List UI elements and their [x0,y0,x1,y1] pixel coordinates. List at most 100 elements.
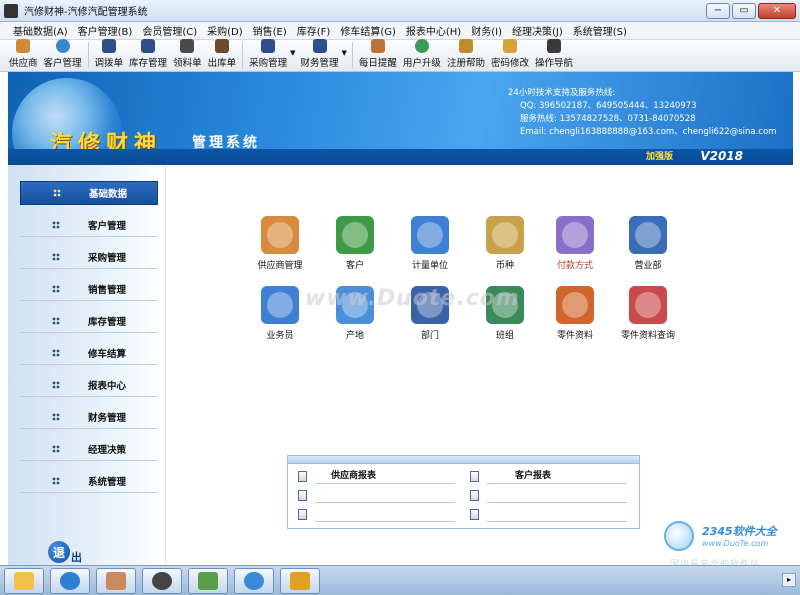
app-icon [4,3,18,18]
support-title: 24小时技术支持及服务热线: [508,88,616,98]
car-icon [290,571,310,590]
menu-customer[interactable]: 客户管理(B) [73,23,138,38]
change-password-button[interactable]: 密码修改 [488,39,532,71]
report-row-empty [298,487,455,503]
guide-button[interactable]: 操作导航 [532,39,576,71]
taskbar: ▸ [0,565,800,595]
folder-tools-icon [556,286,594,324]
grid-icon [52,476,60,485]
chat-icon [244,571,264,590]
menu-purchase[interactable]: 采购(D) [202,23,248,38]
support-contact: 24小时技术支持及服务热线: QQ: 396502187、649505444、1… [508,87,776,139]
menu-basic-data[interactable]: 基础数据(A) [8,23,73,38]
help-icon [458,39,473,53]
taskbar-scroll-button[interactable]: ▸ [782,573,796,587]
module-payment-method[interactable]: 付款方式 [535,216,615,271]
customer-people-icon [336,216,374,254]
exit-label: 出 [71,551,82,564]
sidebar-item-customer[interactable]: 客户管理 [20,213,158,237]
reports-panel-header [288,456,639,464]
supplier-button[interactable]: 供应商 [6,39,41,71]
database-icon [261,39,276,53]
transfer-button[interactable]: 调拨单 [92,39,127,71]
folder-task[interactable] [4,567,44,594]
module-parts-query[interactable]: 零件资料查询 [608,286,688,341]
module-supplier[interactable]: 供应商管理 [240,216,320,271]
edition-label: 加强版 [645,152,673,162]
menu-member[interactable]: 会员管理(C) [137,23,202,38]
report-icon [470,508,479,520]
module-parts[interactable]: 零件资料 [535,286,615,341]
photo-icon [106,571,126,590]
menu-finance[interactable]: 财务(I) [466,23,507,38]
purchase-mgmt-button[interactable]: 采购管理 [246,39,290,71]
money-task[interactable] [188,567,228,594]
clipboard-icon [486,216,524,254]
folder-icon [14,571,34,590]
version-label: V2018 [700,149,743,163]
toolbar-separator [242,42,244,68]
sidebar-item-finance[interactable]: 财务管理 [20,405,158,429]
browser-icon [60,571,80,590]
photo-task[interactable] [96,567,136,594]
menu-manager[interactable]: 经理决策(J) [507,23,568,38]
grid-icon [52,220,60,229]
grid-icon [52,380,60,389]
chevron-down-icon[interactable]: ▼ [290,49,295,57]
customer-mgmt-button[interactable]: 客户管理 [41,39,85,71]
watermark: www.Duote.com [305,286,520,311]
menu-stock[interactable]: 库存(F) [292,23,336,38]
report-icon [298,508,307,520]
register-help-button[interactable]: 注册帮助 [444,39,488,71]
menu-bar: 基础数据(A) 客户管理(B) 会员管理(C) 采购(D) 销售(E) 库存(F… [0,22,800,40]
sidebar-item-sales[interactable]: 销售管理 [20,277,158,301]
sidebar-item-reports[interactable]: 报表中心 [20,373,158,397]
module-branch[interactable]: 营业部 [608,216,688,271]
sidebar-item-system[interactable]: 系统管理 [20,469,158,493]
sidebar-item-stock[interactable]: 库存管理 [20,309,158,333]
chat-task[interactable] [234,567,274,594]
car-task[interactable] [280,567,320,594]
report-icon [298,489,307,501]
lock-icon [502,39,517,53]
customer-report-link[interactable]: 客户报表 [470,468,627,484]
sidebar-item-basic-data[interactable]: 基础数据 [20,181,158,205]
minimize-button[interactable]: − [706,3,730,19]
daily-reminder-button[interactable]: 每日提醒 [356,39,400,71]
out-stock-button[interactable]: 出库单 [205,39,240,71]
exit-button[interactable]: 退 出 [48,541,82,564]
home-icon [546,39,561,53]
finance-mgmt-button[interactable]: 财务管理 [298,39,342,71]
sidebar-item-purchase[interactable]: 采购管理 [20,245,158,269]
chevron-down-icon[interactable]: ▼ [342,49,347,57]
material-req-button[interactable]: 领料单 [170,39,205,71]
stock-mgmt-button[interactable]: 库存管理 [126,39,170,71]
user-upgrade-button[interactable]: 用户升级 [400,39,444,71]
module-customer[interactable]: 客户 [315,216,395,271]
supplier-person-icon [261,216,299,254]
sidebar-item-manager[interactable]: 经理决策 [20,437,158,461]
report-icon [470,470,479,482]
browser-task[interactable] [50,567,90,594]
menu-reports[interactable]: 报表中心(H) [401,23,466,38]
supplier-report-link[interactable]: 供应商报表 [298,468,455,484]
report-row-empty [470,487,627,503]
report-icon [298,470,307,482]
support-qq: QQ: 396502187、649505444、13240973 [520,101,697,111]
toolbar: 供应商 客户管理 调拨单 库存管理 领料单 出库单 采购管理 ▼ 财务管理 ▼ … [0,39,800,72]
menu-repair-settlement[interactable]: 修车结算(G) [335,23,401,38]
module-unit[interactable]: 计量单位 [390,216,470,271]
globe-icon [55,39,70,53]
toolbar-separator [351,42,353,68]
maximize-button[interactable]: ▭ [732,3,756,19]
grid-icon [53,189,61,197]
menu-sales[interactable]: 销售(E) [248,23,292,38]
eye-task[interactable] [142,567,182,594]
report-icon [470,489,479,501]
folder-headset-icon [629,216,667,254]
sidebar-item-repair-settlement[interactable]: 修车结算 [20,341,158,365]
close-button[interactable]: ✕ [758,3,796,19]
module-currency[interactable]: 币种 [465,216,545,271]
menu-system[interactable]: 系统管理(S) [568,23,632,38]
grid-icon [52,316,60,325]
